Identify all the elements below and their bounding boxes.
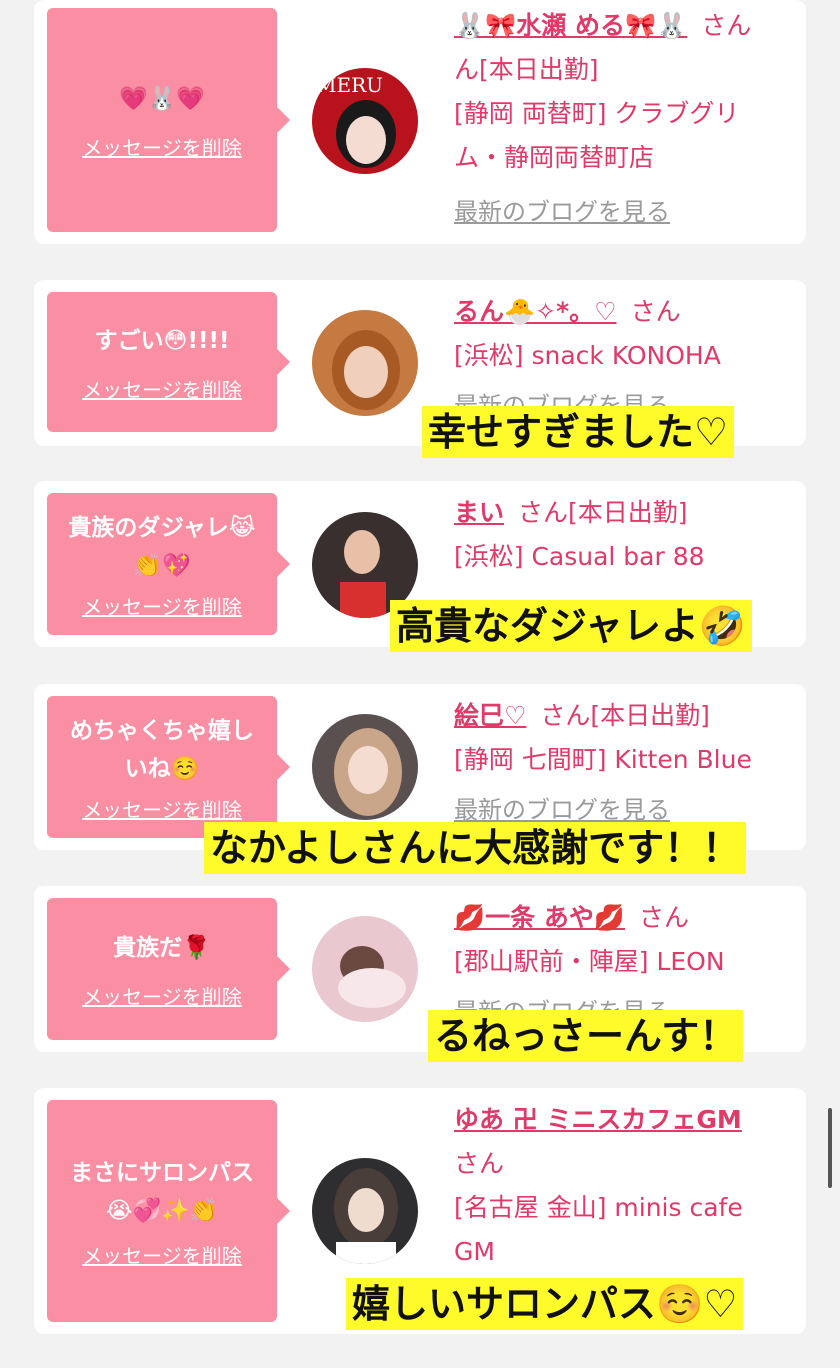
cast-info: まい さん[本日出勤] [浜松] Casual bar 88 [454,491,784,579]
message-text-line2: 😭💞✨👏 [105,1197,219,1224]
message-text: 貴族だ🌹 [113,934,211,961]
caption-overlay: 幸せすぎました♡ [422,406,735,458]
message-bubble: すごい😳!!!! メッセージを削除 [47,292,290,432]
caption-overlay: 高貴なダジャレよ🤣 [390,600,753,652]
message-text-line1: まさにサロンパス [70,1159,254,1186]
shop-name: [静岡 両替町] クラブグリム・静岡両替町店 [454,99,740,172]
svg-text:MERU: MERU [316,73,383,97]
message-bubble: 💗🐰💗 メッセージを削除 [47,8,290,232]
scrollbar[interactable] [828,1108,832,1188]
work-status: ん[本日出勤] [454,55,599,84]
delete-message-link[interactable]: メッセージを削除 [82,132,242,161]
message-bubble: めちゃくちゃ嬉し いね☺️ メッセージを削除 [47,696,290,838]
shop-name: [浜松] Casual bar 88 [454,542,705,571]
shop-name: [浜松] snack KONOHA [454,341,721,370]
woman-photo-icon [312,310,418,416]
avatar[interactable]: MERU [312,68,418,174]
message-text: 💗🐰💗 [119,85,205,112]
avatar[interactable] [312,916,418,1022]
shop-name: [郡山駅前・陣屋] LEON [454,947,725,976]
message-bubble: 貴族だ🌹 メッセージを削除 [47,898,290,1040]
honorific: さん [638,903,689,932]
cast-name-link[interactable]: るん🐣✧*。♡ [454,297,617,326]
shop-name: [名古屋 金山] minis cafe GM [454,1193,743,1266]
honorific: さん [701,11,752,40]
cast-name-link[interactable]: まい [454,498,504,527]
woman-photo-icon [312,916,418,1022]
blog-link[interactable]: 最新のブログを見る [454,190,784,234]
cast-name-link[interactable]: ゆあ 卍 ミニスカフェGM [454,1105,742,1134]
avatar[interactable] [312,310,418,416]
caption-overlay: 嬉しいサロンパス☺️♡ [346,1278,744,1330]
message-text-line1: 貴族のダジャレ😹 [68,514,256,541]
caption-overlay: なかよしさんに大感謝です！！ [204,822,747,874]
honorific: さん[本日出勤] [540,701,710,730]
avatar[interactable] [312,714,418,820]
delete-message-link[interactable]: メッセージを削除 [82,591,242,620]
message-text-line2: いね☺️ [124,755,200,782]
delete-message-link[interactable]: メッセージを削除 [82,374,242,403]
message-bubble: 貴族のダジャレ😹 👏💖 メッセージを削除 [47,493,290,635]
honorific: さん [454,1149,505,1178]
delete-message-link[interactable]: メッセージを削除 [82,794,242,823]
shop-name: [静岡 七間町] Kitten Blue [454,745,752,774]
cast-name-link[interactable]: 💋一条 あや💋 [454,903,625,932]
woman-photo-icon: MERU [312,68,418,174]
message-text-line2: 👏💖 [133,552,191,579]
message-text: すごい😳!!!! [94,327,230,354]
woman-photo-icon [312,714,418,820]
woman-photo-icon [312,1158,418,1264]
cast-info: 🐰🎀水瀬 める🎀🐰 さん ん[本日出勤] [静岡 両替町] クラブグリム・静岡両替… [454,4,784,234]
cast-info: ゆあ 卍 ミニスカフェGM さん [名古屋 金山] minis cafe GM [454,1098,784,1274]
honorific: さん[本日出勤] [518,498,688,527]
message-bubble: まさにサロンパス 😭💞✨👏 メッセージを削除 [47,1100,290,1322]
delete-message-link[interactable]: メッセージを削除 [82,1240,242,1269]
honorific: さん [630,297,681,326]
avatar[interactable] [312,1158,418,1264]
message-text-line1: めちゃくちゃ嬉し [70,717,254,744]
delete-message-link[interactable]: メッセージを削除 [82,981,242,1010]
cast-name-link[interactable]: 絵巳♡ [454,701,526,730]
cast-info: 絵巳♡ さん[本日出勤] [静岡 七間町] Kitten Blue 最新のブログを… [454,694,784,832]
caption-overlay: るねっさーんす！ [428,1010,744,1062]
message-card: 💗🐰💗 メッセージを削除 MERU 🐰🎀水瀬 める🎀🐰 さん ん[本日出勤] [静… [34,0,806,244]
cast-name-link[interactable]: 🐰🎀水瀬 める🎀🐰 [454,11,687,40]
